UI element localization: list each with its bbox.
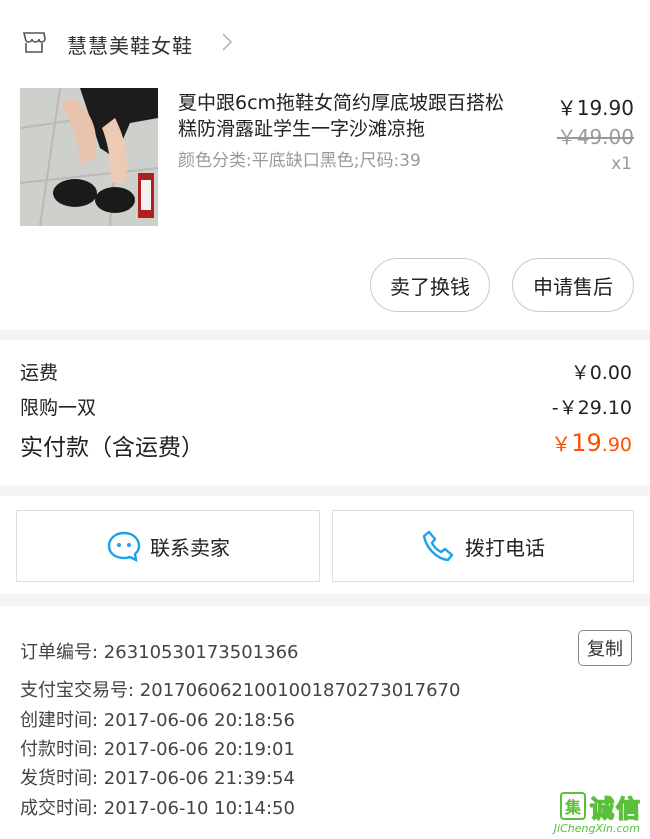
order-info-section: 订单编号: 26310530173501366 复制 支付宝交易号: 20170… <box>0 606 650 839</box>
watermark-mark: 集 诚信 <box>560 789 642 823</box>
product-card[interactable]: 夏中跟6cm拖鞋女简约厚底坡跟百搭松糕防滑露趾学生一字沙滩凉拖 颜色分类:平底缺… <box>0 82 650 330</box>
shop-name[interactable]: 慧慧美鞋女鞋 <box>67 30 193 59</box>
order-number: 订单编号: 26310530173501366 <box>20 642 299 663</box>
product-original-price: ￥49.00 <box>556 125 634 149</box>
call-phone-label: 拨打电话 <box>465 535 545 560</box>
contact-section: 联系卖家 拨打电话 <box>0 496 650 594</box>
paid-integer: 19 <box>571 429 602 457</box>
contact-seller-button[interactable]: 联系卖家 <box>16 510 320 582</box>
paid-amount: ￥19.90 <box>551 428 632 462</box>
completed-time: 成交时间: 2017-06-10 10:14:50 <box>20 798 295 819</box>
product-thumbnail[interactable] <box>20 88 158 226</box>
watermark-text: 诚信 <box>589 794 642 824</box>
chat-bubble-icon <box>107 531 141 562</box>
paid-row: 实付款（含运费） ￥19.90 <box>20 428 632 462</box>
paid-time: 付款时间: 2017-06-06 20:19:01 <box>20 739 295 760</box>
copy-button[interactable]: 复制 <box>578 630 632 666</box>
chevron-right-icon <box>222 33 233 51</box>
discount-label: 限购一双 <box>20 397 97 419</box>
discount-row: 限购一双 -￥29.10 <box>20 393 632 420</box>
after-sale-button[interactable]: 申请售后 <box>512 258 634 312</box>
discount-value: -￥29.10 <box>551 397 632 419</box>
created-time: 创建时间: 2017-06-06 20:18:56 <box>20 710 295 731</box>
paid-currency: ￥ <box>551 432 572 456</box>
product-price: ￥19.90 <box>556 96 634 120</box>
shipping-row: 运费 ￥0.00 <box>20 358 632 385</box>
watermark-logo: 集 诚信 JiChengXin.com <box>526 789 646 835</box>
contact-seller-label: 联系卖家 <box>150 535 230 560</box>
sandal-photo-image <box>20 88 158 226</box>
watermark-box: 集 <box>560 792 586 820</box>
alipay-trade-number: 支付宝交易号: 2017060621001001870273017670 <box>20 680 461 701</box>
shipping-label: 运费 <box>20 362 59 384</box>
product-quantity: x1 <box>611 154 632 174</box>
product-sku: 颜色分类:平底缺口黑色;尺码:39 <box>178 151 421 171</box>
paid-label: 实付款（含运费） <box>20 435 204 461</box>
paid-decimal: .90 <box>601 434 632 456</box>
product-title[interactable]: 夏中跟6cm拖鞋女简约厚底坡跟百搭松糕防滑露趾学生一字沙滩凉拖 <box>178 90 518 142</box>
watermark-url: JiChengXin.com <box>553 822 640 835</box>
shipped-time: 发货时间: 2017-06-06 21:39:54 <box>20 768 295 789</box>
shipping-value: ￥0.00 <box>570 362 632 384</box>
phone-icon <box>422 530 454 562</box>
shop-header[interactable]: 慧慧美鞋女鞋 <box>0 0 650 82</box>
store-icon <box>22 32 46 53</box>
call-phone-button[interactable]: 拨打电话 <box>332 510 634 582</box>
sell-button[interactable]: 卖了换钱 <box>370 258 490 312</box>
fees-section: 运费 ￥0.00 限购一双 -￥29.10 实付款（含运费） ￥19.90 <box>0 340 650 485</box>
